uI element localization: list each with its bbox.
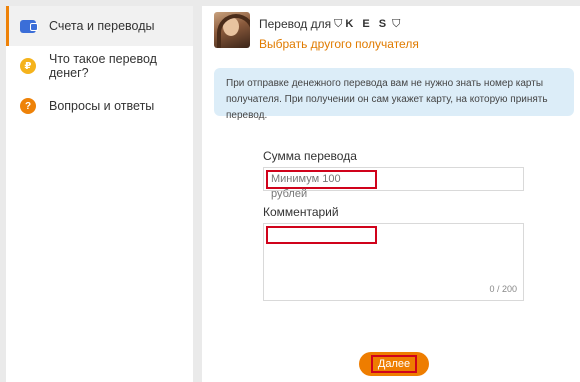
change-recipient-link[interactable]: Выбрать другого получателя [259, 37, 419, 51]
wallet-icon [20, 19, 38, 33]
shield-icon: ⛉ [392, 17, 401, 30]
transfer-panel: Перевод для ⛉ K E S ⛉ Выбрать другого по… [202, 6, 580, 382]
next-button-label: Далее [370, 355, 418, 373]
sidebar: Счета и переводы ₽ Что такое перевод ден… [6, 6, 193, 382]
recipient-prefix: Перевод для [259, 17, 332, 31]
sidebar-item-faq[interactable]: ? Вопросы и ответы [6, 86, 193, 126]
recipient-name: K E S [345, 18, 390, 30]
amount-label: Сумма перевода [263, 149, 357, 163]
sidebar-item-accounts[interactable]: Счета и переводы [6, 6, 193, 46]
comment-label: Комментарий [263, 205, 339, 219]
question-icon: ? [20, 98, 36, 114]
sidebar-item-label: Вопросы и ответы [49, 99, 155, 113]
shield-icon: ⛉ [334, 17, 343, 30]
next-button[interactable]: Далее [359, 352, 429, 376]
sidebar-item-what-is-transfer[interactable]: ₽ Что такое перевод денег? [6, 46, 193, 86]
comment-highlight [266, 226, 377, 244]
comment-textarea[interactable]: 0 / 200 [263, 223, 524, 301]
recipient-line: Перевод для ⛉ K E S ⛉ [259, 17, 419, 31]
info-notice: При отправке денежного перевода вам не н… [214, 68, 574, 121]
ruble-icon: ₽ [20, 58, 36, 74]
char-counter: 0 / 200 [489, 284, 517, 294]
avatar [214, 12, 250, 48]
recipient-header: Перевод для ⛉ K E S ⛉ Выбрать другого по… [214, 12, 419, 51]
sidebar-item-label: Что такое перевод денег? [49, 52, 157, 80]
sidebar-item-label: Счета и переводы [49, 19, 155, 33]
amount-input[interactable]: Минимум 100 рублей [263, 167, 524, 200]
amount-placeholder: Минимум 100 рублей [266, 170, 377, 200]
